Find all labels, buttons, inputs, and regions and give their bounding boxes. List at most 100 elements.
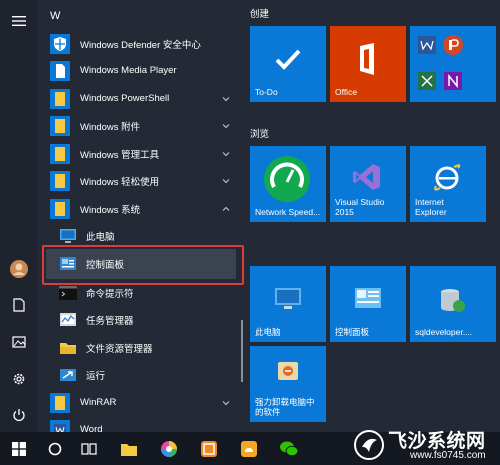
app-label: Windows Defender 安全中心 (80, 39, 201, 51)
taskbar-app-cloud[interactable] (232, 432, 266, 465)
search-button[interactable] (38, 432, 72, 465)
folder-icon (50, 88, 70, 109)
speedometer-icon (262, 154, 312, 204)
cortana-icon (48, 442, 62, 455)
tile-todo[interactable]: To-Do (250, 26, 326, 102)
folder-windows-ease-of-access[interactable]: Windows 轻松使用 (38, 167, 243, 194)
app-label: 运行 (86, 370, 106, 382)
app-control-panel[interactable]: 控制面板 (46, 249, 236, 279)
app-this-pc[interactable]: 此电脑 (38, 222, 243, 249)
app-windows-media-player[interactable]: Windows Media Player (38, 57, 243, 84)
app-file-explorer[interactable]: 文件资源管理器 (38, 334, 243, 361)
tile-office[interactable]: Office (330, 26, 406, 102)
tile-office-apps-folder[interactable] (410, 26, 496, 102)
tile-this-pc[interactable]: 此电脑 (250, 266, 326, 342)
app-run[interactable]: 运行 (38, 361, 243, 388)
tile-internet-explorer[interactable]: Internet Explorer (410, 146, 486, 222)
app-label: Windows 管理工具 (80, 149, 160, 161)
folder-windows-accessories[interactable]: Windows 附件 (38, 112, 243, 139)
app-label: 任务管理器 (86, 315, 134, 327)
run-icon (58, 365, 78, 385)
app-list-scrollbar[interactable] (241, 320, 243, 382)
app-label: Word (80, 424, 103, 432)
watermark-logo (354, 430, 384, 460)
task-view-icon (81, 442, 97, 455)
tile-uninstaller[interactable]: 强力卸载电脑中 的软件 (250, 346, 326, 422)
folder-windows-system[interactable]: Windows 系统 (38, 195, 243, 222)
tile-label: To-Do (255, 87, 278, 98)
tile-network-speed[interactable]: Network Speed... (250, 146, 326, 222)
powerpoint-icon (440, 32, 466, 58)
app-command-prompt[interactable]: 命令提示符 (38, 279, 243, 306)
tile-label: 此电脑 (255, 327, 281, 338)
tile-label: Visual Studio 2015 (335, 197, 385, 218)
tile-sqldeveloper[interactable]: sqldeveloper.... (410, 266, 496, 342)
wechat-icon (280, 441, 299, 456)
chevron-up-icon (222, 206, 230, 211)
document-icon (13, 298, 25, 312)
app-label: 此电脑 (86, 231, 115, 243)
app-word[interactable]: Word (38, 416, 243, 432)
tile-group-create[interactable]: 创建 (250, 6, 269, 20)
shield-icon (50, 33, 70, 54)
folder-icon (50, 392, 70, 413)
watermark-title: 飞沙系统网 (388, 431, 486, 452)
settings-button[interactable] (0, 362, 38, 396)
tile-control-panel[interactable]: 控制面板 (330, 266, 406, 342)
tile-label: sqldeveloper.... (415, 327, 473, 338)
excel-icon (414, 68, 440, 94)
taskbar-wechat[interactable] (272, 432, 306, 465)
tile-label: 控制面板 (335, 327, 370, 338)
computer-icon (274, 286, 302, 312)
taskbar-browser[interactable] (152, 432, 186, 465)
tile-group-browse[interactable]: 浏览 (250, 126, 269, 140)
task-view-button[interactable] (72, 432, 106, 465)
tile-label: Network Speed... (255, 207, 321, 218)
app-label: Windows PowerShell (80, 93, 170, 104)
user-account-button[interactable] (0, 252, 38, 286)
visual-studio-icon (352, 162, 382, 192)
chevron-down-icon (222, 96, 230, 101)
tile-visual-studio[interactable]: Visual Studio 2015 (330, 146, 406, 222)
folder-icon (50, 170, 70, 191)
app-label: Windows Media Player (80, 65, 177, 76)
windows-logo-icon (12, 441, 26, 456)
power-icon (13, 409, 25, 422)
expand-menu-button[interactable] (0, 4, 38, 38)
app-cloud-icon (241, 440, 257, 457)
pictures-button[interactable] (0, 325, 38, 359)
app-windows-defender[interactable]: Windows Defender 安全中心 (38, 30, 243, 57)
folder-icon (50, 115, 70, 136)
power-button[interactable] (0, 398, 38, 432)
app-label: 文件资源管理器 (86, 343, 153, 355)
folder-icon (50, 198, 70, 219)
internet-explorer-icon (432, 162, 462, 192)
start-menu: W Windows Defender 安全中心 Windows Media Pl… (0, 0, 500, 432)
letter-header-w[interactable]: W (50, 10, 60, 22)
hamburger-icon (12, 16, 26, 26)
tile-label: 强力卸载电脑中 的软件 (255, 397, 315, 418)
app-label: 命令提示符 (86, 288, 134, 300)
chevron-down-icon (222, 178, 230, 183)
database-icon (438, 286, 466, 314)
folder-icon (50, 143, 70, 164)
chevron-down-icon (222, 123, 230, 128)
watermark-url: www.fs0745.com (410, 450, 486, 461)
tile-label: Internet Explorer (415, 197, 447, 218)
taskbar-app-orange[interactable] (192, 432, 226, 465)
app-task-manager[interactable]: 任务管理器 (38, 306, 243, 333)
folder-windows-powershell[interactable]: Windows PowerShell (38, 85, 243, 112)
start-button[interactable] (2, 432, 36, 465)
folder-windows-admin-tools[interactable]: Windows 管理工具 (38, 140, 243, 167)
folder-winrar[interactable]: WinRAR (38, 389, 243, 416)
office-icon (354, 42, 382, 76)
chevron-down-icon (222, 151, 230, 156)
word-icon (414, 32, 440, 58)
computer-icon (58, 226, 78, 246)
app-label: Windows 附件 (80, 121, 141, 133)
app-orange-icon (201, 440, 217, 457)
documents-button[interactable] (0, 288, 38, 322)
uninstall-icon (276, 358, 300, 382)
color-wheel-icon (161, 440, 177, 457)
taskbar-file-explorer[interactable] (112, 432, 146, 465)
